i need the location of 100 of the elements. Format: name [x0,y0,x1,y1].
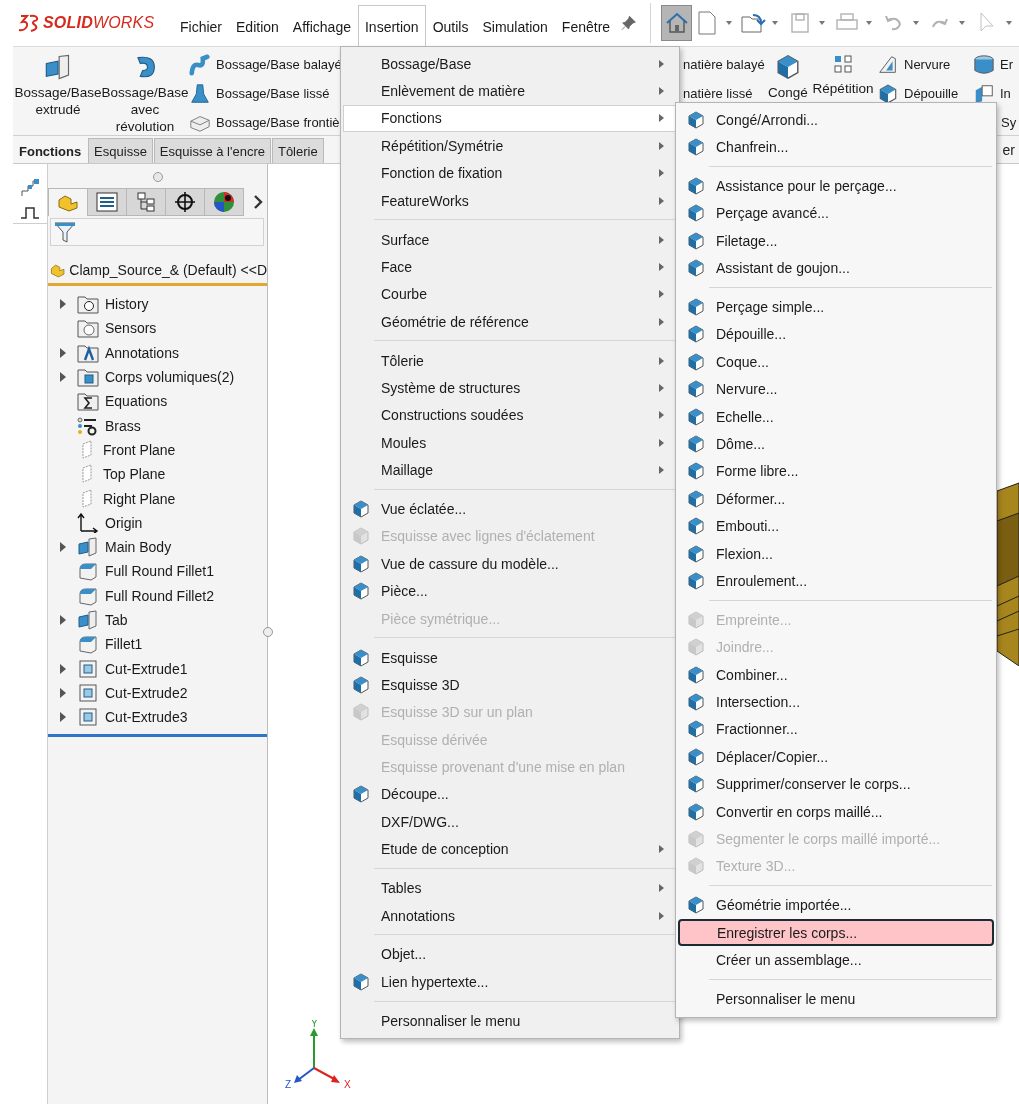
chevron-right-icon[interactable] [253,194,263,209]
menu-item[interactable]: Maillage [343,456,677,484]
menu-title[interactable]: Affichage [285,5,358,47]
command-tab[interactable]: Esquisse [88,138,153,163]
menu-item[interactable]: Enlèvement de matière [343,77,677,105]
menu-item[interactable]: Enregistrer les corps... [678,918,994,947]
resize-handle[interactable] [263,627,273,637]
menu-title[interactable]: Insertion [357,5,426,47]
steps-icon[interactable] [20,178,40,198]
ribbon-button[interactable]: natière balayé [681,50,767,79]
tree-item[interactable]: Origin [105,514,143,531]
tree-item[interactable]: Cut-Extrude3 [105,709,188,726]
ribbon-button[interactable]: natière lissé [681,79,755,108]
ribbon-button[interactable]: Er [971,50,1015,79]
menu-title[interactable]: Simulation [475,5,555,47]
menu-item[interactable]: Filetage... [678,227,994,255]
menu-item[interactable]: Tôlerie [343,346,677,375]
menu-item[interactable]: FeatureWorks [343,186,677,215]
tree-item[interactable]: Full Round Fillet1 [105,563,214,580]
expand-arrow-icon[interactable] [60,347,66,358]
caret-icon[interactable] [864,20,873,26]
caret-icon[interactable] [1005,20,1013,26]
menu-item[interactable]: Courbe [343,280,677,308]
ribbon-button[interactable]: In [971,79,1013,108]
tree-item[interactable]: Main Body [105,539,172,556]
ribbon-button[interactable]: Nervure [875,50,953,79]
pulse-icon[interactable] [20,206,40,220]
menu-item[interactable]: Embouti... [678,512,994,540]
menu-item[interactable]: Enroulement... [678,567,994,595]
tree-item[interactable]: Top Plane [103,466,166,483]
menu-item[interactable]: Découpe... [343,780,677,809]
tree-item[interactable]: Full Round Fillet2 [105,587,214,604]
tree-root-label[interactable]: Clamp_Source_& (Default) <<D [69,262,267,278]
menu-item[interactable]: Constructions soudées [343,401,677,430]
menu-item[interactable]: Système de structures [343,374,677,402]
expand-arrow-icon[interactable] [60,299,66,310]
menu-item[interactable]: Perçage avancé... [678,199,994,228]
menu-item[interactable]: Chanfrein... [678,133,994,161]
menu-item[interactable]: Vue de cassure du modèle... [343,550,677,578]
command-tab[interactable]: Tôlerie [271,138,324,163]
menu-item[interactable]: Annotations [343,901,677,930]
expand-arrow-icon[interactable] [60,712,66,723]
menu-item[interactable]: Face [343,253,677,281]
menu-item[interactable]: Répétition/Symétrie [343,132,677,160]
menu-item[interactable]: Assistance pour le perçage... [678,172,994,200]
menu-item[interactable]: Nervure... [678,375,994,403]
panel-tab[interactable] [87,187,127,216]
menu-item[interactable]: Fonction de fixation [343,159,677,187]
menu-item[interactable]: Objet... [343,940,677,969]
menu-item[interactable]: Fonctions [343,104,677,133]
menu-item[interactable]: Supprimer/conserver le corps... [678,770,994,798]
ribbon-button[interactable]: Bossage/Base lissé [187,79,332,108]
ribbon-button[interactable]: Bossage/Base balayé [187,50,344,79]
menu-item[interactable]: Combiner... [678,660,994,689]
menu-item[interactable]: Fractionner... [678,715,994,744]
menu-item[interactable]: Géométrie de référence [343,308,677,336]
menu-item[interactable]: Convertir en corps maillé... [678,797,994,826]
menu-item[interactable]: Etude de conception [343,835,677,863]
menu-item[interactable]: Géométrie importée... [678,891,994,919]
caret-icon[interactable] [771,20,780,26]
menu-item[interactable]: Surface [343,225,677,254]
menu-item[interactable]: Moules [343,429,677,457]
tree-item[interactable]: Cut-Extrude1 [105,660,188,677]
menu-item[interactable]: Flexion... [678,539,994,568]
caret-icon[interactable] [818,20,827,26]
menu-item[interactable]: Congé/Arrondi... [678,106,994,134]
menu-item[interactable]: Bossage/Base [343,50,677,78]
ribbon-button[interactable]: Sy [999,108,1019,137]
toolbar-button[interactable] [661,5,692,41]
menu-title[interactable]: Outils [425,5,476,47]
menu-item[interactable]: Tables [343,874,677,902]
menu-item[interactable]: Echelle... [678,402,994,431]
menu-item[interactable]: Coque... [678,348,994,376]
ribbon-button[interactable]: Bossage/Base frontiè [187,108,342,137]
expand-arrow-icon[interactable] [60,542,66,553]
caret-icon[interactable] [724,20,733,26]
tree-item[interactable]: Tab [105,612,128,628]
menu-item[interactable]: DXF/DWG... [343,808,677,836]
tree-item[interactable]: Equations [105,393,168,410]
panel-tab[interactable] [204,187,244,216]
menu-item[interactable]: Déformer... [678,485,994,513]
expand-arrow-icon[interactable] [60,615,66,625]
grip-handle[interactable] [152,172,163,182]
tree-item[interactable]: History [105,296,149,313]
menu-item[interactable]: Forme libre... [678,457,994,486]
tree-item[interactable]: Right Plane [103,490,176,507]
tree-item[interactable]: Front Plane [103,441,176,458]
ribbon-button[interactable]: Répétition [811,47,875,97]
tree-item[interactable]: Sensors [105,320,157,337]
menu-title[interactable]: Edition [229,5,286,47]
tree-item[interactable]: Corps volumiques(2) [105,369,235,386]
menu-item[interactable]: Pièce... [343,577,677,605]
expand-arrow-icon[interactable] [60,687,66,698]
menu-item[interactable]: Perçage simple... [678,293,994,321]
command-tab[interactable]: Esquisse à l'encre [153,138,271,163]
tree-item[interactable]: Annotations [105,344,179,361]
menu-title[interactable]: Fenêtre [554,5,618,47]
tree-item[interactable]: Brass [105,417,141,434]
menu-item[interactable]: Personnaliser le menu [678,985,994,1013]
tree-item[interactable]: Cut-Extrude2 [105,684,188,701]
